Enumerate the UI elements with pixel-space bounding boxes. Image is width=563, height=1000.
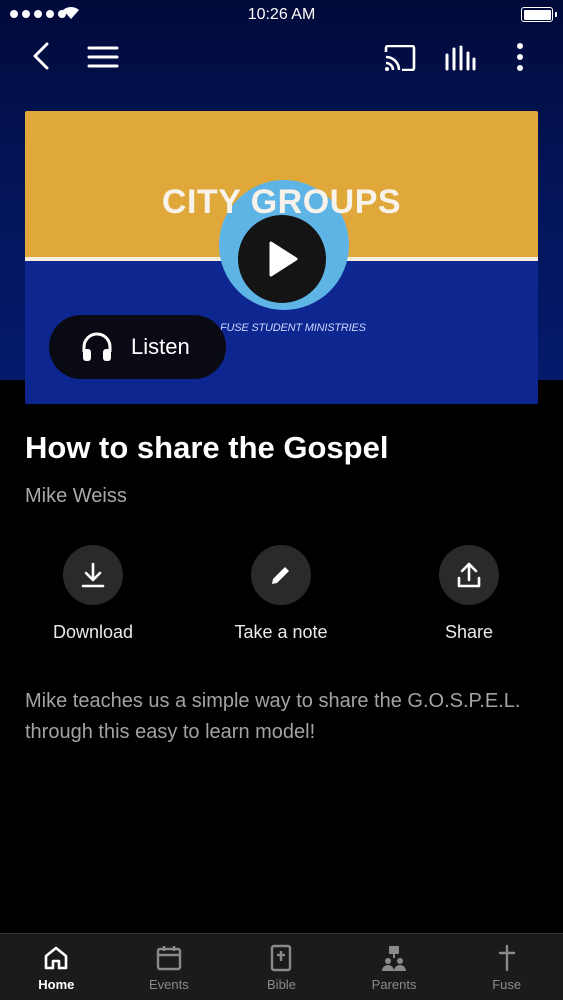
description: Mike teaches us a simple way to share th… [25,690,521,743]
take-note-label: Take a note [234,622,328,642]
download-label: Download [52,622,134,642]
bible-icon [271,944,292,972]
thumbnail-subtitle: FUSE STUDENT MINISTRIES [220,322,366,334]
share-icon [439,545,499,605]
back-icon[interactable] [25,40,57,72]
share-label: Share [444,622,494,642]
tab-fuse[interactable]: Fuse [450,934,563,1000]
cross-icon [498,944,515,972]
pencil-icon [251,545,311,605]
battery-icon [521,7,557,22]
download-icon [63,545,123,605]
tab-fuse-label: Fuse [492,977,522,992]
play-icon [269,241,298,277]
more-options-icon[interactable] [508,40,532,74]
page-title: How to share the Gospel [25,430,389,465]
tab-bible[interactable]: Bible [225,934,338,1000]
tab-home-label: Home [38,977,75,992]
home-icon [44,946,68,970]
tab-bar: Home Events Bible Parents Fuse [0,933,563,1000]
menu-icon[interactable] [85,42,121,72]
tab-parents-label: Parents [371,977,417,992]
share-button[interactable]: Share [389,545,549,643]
author-name: Mike Weiss [25,485,127,507]
audio-bars-icon[interactable] [442,42,478,74]
status-bar: 10:26 AM [0,0,563,30]
tab-events[interactable]: Events [113,934,226,1000]
listen-button[interactable]: Listen [49,315,226,379]
cast-icon[interactable] [382,42,418,74]
tab-parents[interactable]: Parents [338,934,451,1000]
calendar-icon [156,946,182,971]
play-button[interactable] [238,215,326,303]
status-time: 10:26 AM [247,6,316,23]
listen-label: Listen [131,334,190,359]
tab-bible-label: Bible [267,977,296,992]
parents-icon [382,946,407,971]
download-button[interactable]: Download [13,545,173,643]
tab-home[interactable]: Home [0,934,113,1000]
media-thumbnail[interactable]: CITY GROUPS FUSE STUDENT MINISTRIES List… [25,111,538,404]
take-note-button[interactable]: Take a note [201,545,361,643]
headphones-icon [82,332,112,361]
tab-events-label: Events [149,977,189,992]
